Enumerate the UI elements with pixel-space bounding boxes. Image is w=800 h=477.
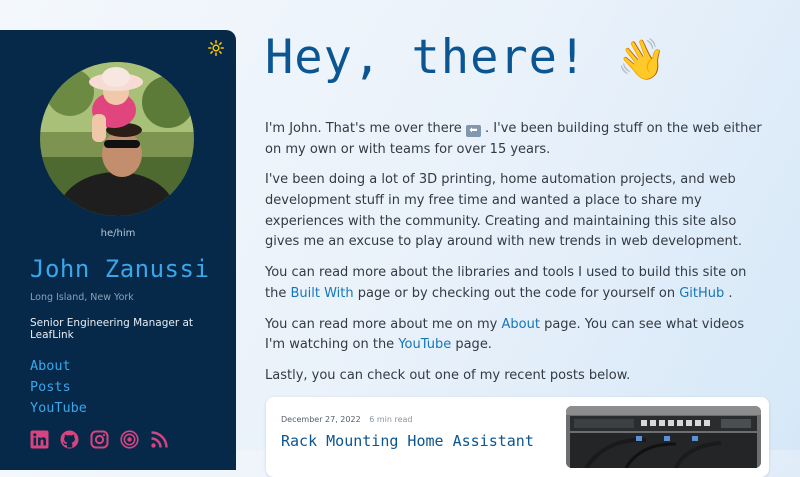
profile-job-title: Senior Engineering Manager at LeafLink <box>30 317 194 341</box>
linkedin-icon[interactable] <box>30 430 49 449</box>
p3-text-end: . <box>728 285 733 301</box>
profile-location: Long Island, New York <box>30 292 134 303</box>
intro-content: I'm John. That's me over there ⬅ . I've … <box>265 119 765 397</box>
instagram-icon[interactable] <box>90 430 109 449</box>
sidebar: he/him John Zanussi Long Island, New Yor… <box>0 30 236 470</box>
rss-icon[interactable] <box>150 430 169 449</box>
intro-paragraph-1: I'm John. That's me over there ⬅ . I've … <box>265 119 765 160</box>
intro-paragraph-5: Lastly, you can check out one of my rece… <box>265 368 631 384</box>
sun-icon[interactable] <box>208 40 224 56</box>
about-link[interactable]: About <box>502 317 540 332</box>
youtube-link[interactable]: YouTube <box>398 337 451 352</box>
wave-hand-icon: 👋 <box>616 37 667 83</box>
sidebar-nav: About Posts YouTube <box>30 356 87 419</box>
post-meta: December 27, 2022 6 min read <box>281 415 412 424</box>
post-date: December 27, 2022 <box>281 415 361 424</box>
nav-link-about[interactable]: About <box>30 356 87 377</box>
nav-link-posts[interactable]: Posts <box>30 377 87 398</box>
profile-name: John Zanussi <box>30 255 210 283</box>
p3-text-middle: page or by checking out the code for you… <box>357 285 676 301</box>
podcast-icon[interactable] <box>120 430 139 449</box>
github-icon[interactable] <box>60 430 79 449</box>
avatar <box>40 62 194 216</box>
intro-paragraph-3: You can read more about the libraries an… <box>265 263 765 304</box>
page-heading: Hey, there! 👋 <box>265 30 666 85</box>
intro-paragraph-4: You can read more about me on my About p… <box>265 315 765 356</box>
p4-text-end: page. <box>455 337 492 353</box>
built-with-link[interactable]: Built With <box>290 286 353 301</box>
left-arrow-icon: ⬅ <box>465 125 481 137</box>
github-link[interactable]: GitHub <box>679 286 724 301</box>
intro-paragraph-2: I've been doing a lot of 3D printing, ho… <box>265 172 742 250</box>
recent-post-card[interactable]: December 27, 2022 6 min read Rack Mounti… <box>266 397 769 477</box>
pronouns: he/him <box>100 228 136 239</box>
post-read-time: 6 min read <box>369 415 413 424</box>
p4-text-start: You can read more about me on my <box>265 316 498 332</box>
social-links <box>30 430 169 449</box>
post-title[interactable]: Rack Mounting Home Assistant <box>281 432 534 450</box>
heading-text: Hey, there! <box>265 30 588 85</box>
p1-text-start: I'm John. That's me over there <box>265 121 462 136</box>
post-thumbnail[interactable] <box>566 406 761 468</box>
nav-link-youtube[interactable]: YouTube <box>30 398 87 419</box>
